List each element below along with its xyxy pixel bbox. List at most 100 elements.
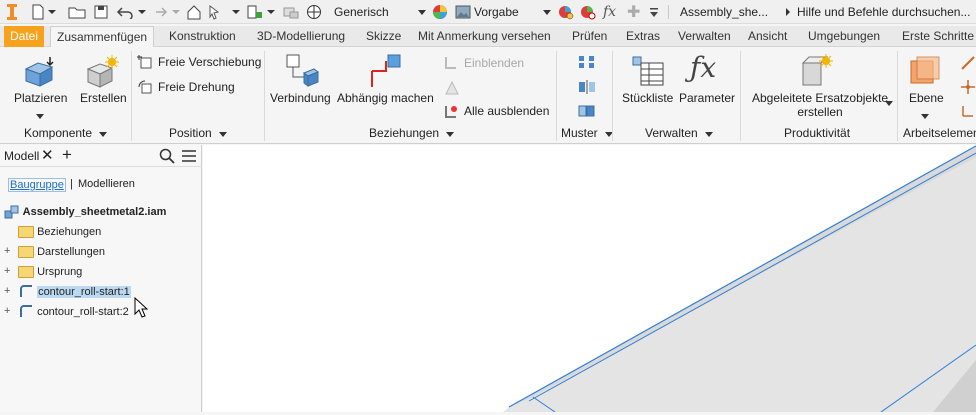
mouse-cursor-icon — [134, 296, 149, 322]
erstellen-button[interactable]: Erstellen — [80, 91, 127, 105]
material-value: Generisch — [334, 5, 389, 19]
tree-item-beziehungen[interactable]: Beziehungen — [18, 223, 101, 241]
chevron-down-icon[interactable] — [921, 108, 929, 122]
joint-icon — [284, 53, 320, 92]
tab-extras[interactable]: Extras — [620, 26, 666, 47]
parameter-button[interactable]: Parameter — [679, 91, 735, 105]
chevron-down-icon[interactable] — [267, 2, 275, 22]
panel-beziehungen-title[interactable]: Beziehungen — [369, 126, 455, 140]
select-priority-icon[interactable] — [208, 2, 226, 22]
tab-anmerkung[interactable]: Mit Anmerkung versehen — [412, 26, 557, 47]
tree-item-darstellungen[interactable]: Darstellungen — [18, 243, 105, 261]
globe-icon[interactable] — [306, 2, 322, 22]
place-component-icon — [22, 55, 60, 92]
ucs-icon[interactable] — [960, 103, 976, 122]
tree-item-ursprung[interactable]: Ursprung — [18, 263, 82, 281]
panel-verwalten-title[interactable]: Verwalten — [645, 126, 714, 140]
tab-konstruktion[interactable]: Konstruktion — [163, 26, 242, 47]
search-icon[interactable] — [159, 148, 175, 167]
plus-icon[interactable]: ✚ — [627, 2, 640, 22]
platzieren-button[interactable]: Platzieren — [14, 91, 67, 105]
customize-menu-icon[interactable] — [649, 2, 659, 22]
view-separator: | — [70, 178, 73, 190]
panel-komponente-title[interactable]: Komponente — [24, 126, 108, 140]
tab-datei[interactable]: Datei — [4, 26, 45, 47]
clear-appearance-icon[interactable] — [579, 2, 597, 22]
work-point-icon[interactable] — [960, 79, 976, 98]
app-logo-icon[interactable] — [6, 2, 18, 22]
tab-umgebungen[interactable]: Umgebungen — [802, 26, 886, 47]
alle-ausblenden-button[interactable]: Alle ausblenden — [464, 104, 549, 118]
tab-3d-modellierung[interactable]: 3D-Modellierung — [251, 26, 351, 47]
chevron-down-icon — [543, 10, 551, 15]
mirror-component-icon[interactable] — [578, 79, 596, 98]
expand-icon[interactable]: + — [4, 245, 10, 257]
undo-icon[interactable] — [116, 2, 134, 22]
verbindung-button[interactable]: Verbindung — [270, 91, 331, 105]
folder-icon — [18, 266, 34, 279]
chevron-down-icon[interactable] — [885, 95, 893, 109]
view-baugruppe[interactable]: Baugruppe — [8, 178, 66, 192]
tab-erste-schritte[interactable]: Erste Schritte — [896, 26, 976, 47]
chevron-right-icon[interactable] — [784, 2, 792, 22]
hide-all-icon — [443, 104, 459, 123]
add-browser-icon[interactable]: + — [62, 145, 72, 165]
tab-ansicht[interactable]: Ansicht — [742, 26, 793, 47]
warning-icon — [445, 80, 459, 98]
parameter-fx-icon: ƒx — [690, 51, 717, 84]
bom-icon — [631, 55, 665, 90]
sheetmetal-part-icon — [20, 305, 32, 318]
free-move-icon — [137, 54, 153, 73]
tab-zusammenfuegen[interactable]: Zusammenfügen — [50, 26, 155, 48]
chevron-down-icon[interactable] — [48, 2, 56, 22]
tree-item-contour-1[interactable]: contour_roll-start:1 — [18, 283, 131, 301]
expand-icon[interactable]: + — [4, 265, 10, 277]
sheetmetal-part-icon — [20, 285, 32, 298]
parameter-fx-icon[interactable]: fx — [603, 2, 616, 22]
home-icon[interactable] — [186, 2, 202, 22]
expand-icon[interactable]: + — [4, 305, 10, 317]
panel-position-title[interactable]: Position — [169, 126, 228, 140]
copy-component-icon[interactable] — [578, 103, 596, 122]
view-modellieren[interactable]: Modellieren — [78, 178, 135, 190]
abhaengig-machen-button[interactable]: Abhängig machen — [337, 91, 434, 105]
tree-root[interactable]: Assembly_sheetmetal2.iam — [4, 203, 166, 221]
measure-icon[interactable] — [282, 2, 300, 22]
redo-icon[interactable] — [150, 2, 168, 22]
tab-modell[interactable]: Modell — [4, 149, 39, 163]
tree-item-contour-2[interactable]: contour_roll-start:2 — [18, 303, 129, 321]
einblenden-button[interactable]: Einblenden — [464, 56, 524, 70]
adjust-appearance-icon[interactable] — [557, 2, 575, 22]
chevron-down-icon[interactable] — [232, 2, 240, 22]
browser-header: Modell ✕ + — [0, 145, 202, 167]
menu-icon[interactable] — [181, 149, 197, 166]
chevron-down-icon[interactable] — [172, 2, 180, 22]
model-browser: Modell ✕ + Baugruppe | Modellieren Assem… — [0, 145, 202, 412]
new-file-icon[interactable] — [30, 2, 46, 22]
chevron-down-icon[interactable] — [36, 108, 44, 122]
work-axis-icon[interactable] — [960, 55, 976, 74]
chevron-down-icon[interactable] — [138, 2, 146, 22]
appearance-dropdown[interactable]: Vorgabe — [455, 3, 551, 21]
assembly-icon — [4, 205, 19, 219]
panel-muster-title[interactable]: Muster — [561, 126, 614, 140]
abgeleitete-ersatzobjekte-button[interactable]: Abgeleitete Ersatzobjekte erstellen — [752, 91, 888, 119]
update-icon[interactable] — [246, 2, 264, 22]
image-icon — [455, 5, 471, 19]
freie-drehung-button[interactable]: Freie Drehung — [158, 80, 235, 94]
stueckliste-button[interactable]: Stückliste — [622, 91, 673, 105]
search-help-field[interactable]: Hilfe und Befehle durchsuchen... — [797, 3, 976, 21]
tab-skizze[interactable]: Skizze — [360, 26, 407, 47]
graphics-viewport[interactable] — [203, 145, 976, 413]
ebene-button[interactable]: Ebene — [909, 91, 944, 105]
pattern-component-icon[interactable] — [578, 54, 596, 73]
tab-pruefen[interactable]: Prüfen — [566, 26, 613, 47]
close-icon[interactable]: ✕ — [41, 146, 54, 164]
expand-icon[interactable]: + — [4, 285, 10, 297]
tab-verwalten[interactable]: Verwalten — [672, 26, 737, 47]
save-icon[interactable] — [93, 2, 109, 22]
freie-verschiebung-button[interactable]: Freie Verschiebung — [158, 55, 261, 69]
open-folder-icon[interactable] — [68, 2, 86, 22]
material-dropdown[interactable]: Generisch — [334, 3, 426, 21]
ribbon-panel-area: Platzieren Erstellen Komponente Freie Ve… — [0, 47, 976, 144]
